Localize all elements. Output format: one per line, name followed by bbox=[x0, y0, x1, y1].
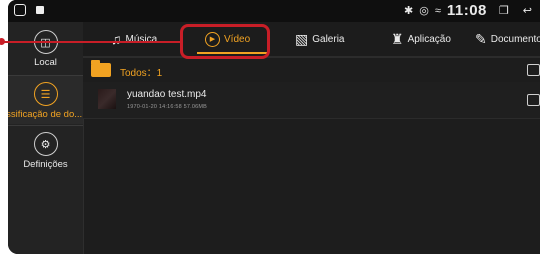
file-name: yuandao test.mp4 bbox=[127, 89, 207, 100]
wifi-icon: ≈ bbox=[434, 4, 441, 17]
category-tab-bar: ♫ Música ▶ Vídeo ▧ Galeria ♜ Aplicação ✎… bbox=[83, 22, 540, 58]
video-thumbnail bbox=[98, 89, 116, 109]
picture-icon: ▧ bbox=[295, 30, 309, 47]
location-icon: ◎ bbox=[419, 5, 429, 17]
tab-label: Galeria bbox=[312, 33, 345, 45]
callout-line bbox=[0, 41, 180, 43]
sidebar-item-label: Local bbox=[34, 57, 57, 68]
device-frame: ✱ ◎ ≈ 11:08 ❐ ↩ ◫ Local ☰ assificação de… bbox=[0, 0, 540, 261]
sidebar-item-label: Definições bbox=[23, 159, 68, 170]
head-unit-screen: ✱ ◎ ≈ 11:08 ❐ ↩ ◫ Local ☰ assificação de… bbox=[8, 0, 540, 254]
bluetooth-icon: ✱ bbox=[403, 5, 414, 17]
recent-apps-icon[interactable]: ❐ bbox=[499, 4, 509, 17]
gear-icon: ⚙ bbox=[33, 132, 58, 156]
sidebar-item-classification[interactable]: ☰ assificação de do... bbox=[8, 76, 83, 124]
file-checkbox[interactable] bbox=[527, 94, 540, 106]
tab-label: Documento bbox=[490, 33, 540, 45]
home-icon[interactable] bbox=[14, 4, 26, 16]
select-all-checkbox[interactable] bbox=[527, 64, 540, 76]
android-icon: ♜ bbox=[391, 30, 404, 47]
tab-gallery[interactable]: ▧ Galeria bbox=[295, 28, 344, 50]
list-icon: ☰ bbox=[33, 82, 58, 106]
document-icon: ✎ bbox=[475, 30, 487, 47]
sidebar-item-label: assificação de do... bbox=[8, 109, 83, 120]
tab-documents[interactable]: ✎ Documento bbox=[475, 28, 540, 50]
folder-icon bbox=[91, 60, 111, 77]
list-item[interactable]: yuandao test.mp4 1970-01-20 14:16:58 57.… bbox=[83, 82, 540, 119]
sidebar-item-local[interactable]: ◫ Local bbox=[8, 30, 83, 74]
file-count-label: Todos：1 bbox=[120, 68, 163, 79]
divider bbox=[8, 125, 83, 126]
back-icon[interactable]: ↩ bbox=[523, 4, 532, 17]
file-meta: 1970-01-20 14:16:58 57.06MB bbox=[127, 104, 208, 110]
notification-icon bbox=[36, 6, 44, 14]
tab-music[interactable]: ♫ Música bbox=[111, 28, 157, 50]
sidebar-item-settings[interactable]: ⚙ Definições bbox=[8, 132, 83, 176]
video-tab-highlight bbox=[180, 24, 270, 59]
tab-applications[interactable]: ♜ Aplicação bbox=[391, 28, 451, 50]
clock: 11:08 bbox=[446, 2, 487, 19]
callout-dot bbox=[0, 38, 5, 45]
select-all-row: Todos：1 bbox=[83, 58, 540, 83]
music-note-icon: ♫ bbox=[111, 31, 122, 47]
sidebar: ◫ Local ☰ assificação de do... ⚙ Definiç… bbox=[8, 22, 84, 254]
status-bar: ✱ ◎ ≈ 11:08 ❐ ↩ bbox=[8, 0, 540, 22]
tab-label: Aplicação bbox=[407, 33, 451, 45]
